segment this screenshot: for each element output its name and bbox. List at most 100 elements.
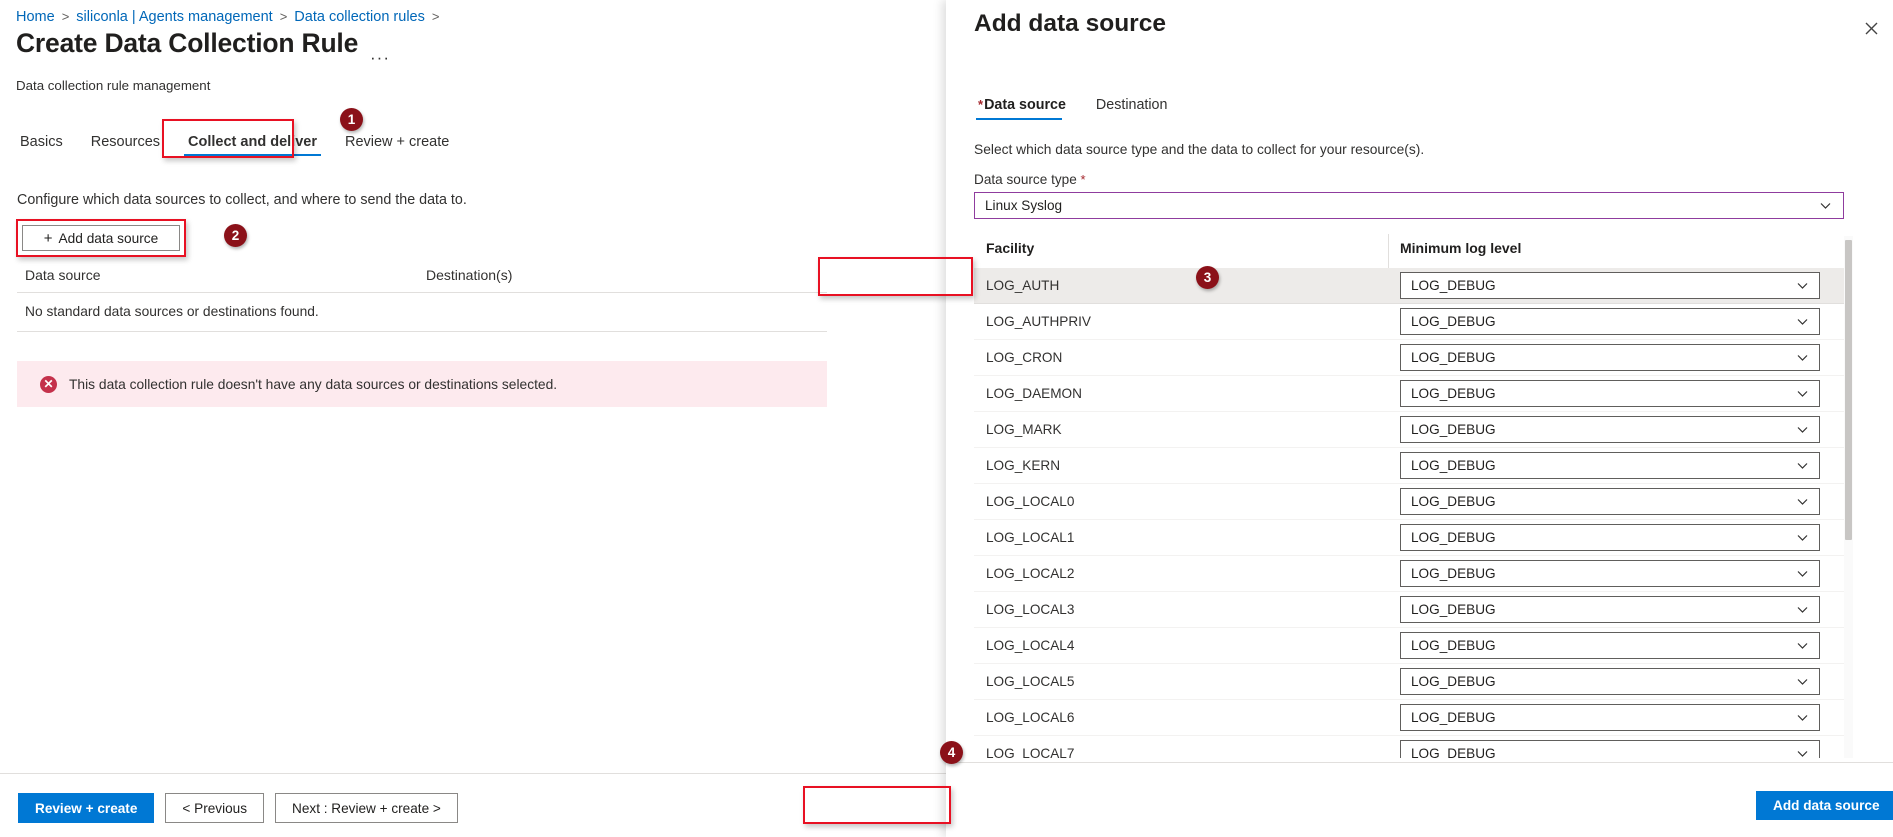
breadcrumb-item-data-collection-rules[interactable]: Data collection rules bbox=[294, 9, 425, 25]
minimum-log-level-value: LOG_DEBUG bbox=[1411, 458, 1496, 473]
minimum-log-level-select[interactable]: LOG_DEBUG bbox=[1400, 596, 1820, 623]
table-row[interactable]: LOG_LOCAL3 LOG_DEBUG bbox=[974, 592, 1844, 628]
table-row[interactable]: LOG_KERN LOG_DEBUG bbox=[974, 448, 1844, 484]
tab-data-source[interactable]: *Data source bbox=[974, 93, 1076, 122]
tab-collect-and-deliver[interactable]: Collect and deliver bbox=[174, 128, 331, 160]
minimum-log-level-select[interactable]: LOG_DEBUG bbox=[1400, 632, 1820, 659]
chevron-down-icon bbox=[1795, 350, 1810, 365]
minimum-log-level-select[interactable]: LOG_DEBUG bbox=[1400, 740, 1820, 758]
table-row[interactable]: LOG_LOCAL4 LOG_DEBUG bbox=[974, 628, 1844, 664]
table-row[interactable]: LOG_LOCAL6 LOG_DEBUG bbox=[974, 700, 1844, 736]
panel-footer-divider bbox=[946, 762, 1893, 763]
panel-add-data-source-button[interactable]: Add data source bbox=[1756, 791, 1893, 820]
minimum-log-level-select[interactable]: LOG_DEBUG bbox=[1400, 344, 1820, 371]
table-row[interactable]: LOG_AUTH LOG_DEBUG bbox=[974, 268, 1844, 304]
minimum-log-level-select[interactable]: LOG_DEBUG bbox=[1400, 560, 1820, 587]
table-row[interactable]: LOG_LOCAL0 LOG_DEBUG bbox=[974, 484, 1844, 520]
tab-resources[interactable]: Resources bbox=[77, 128, 174, 160]
chevron-down-icon bbox=[1795, 746, 1810, 758]
required-asterisk: * bbox=[1080, 172, 1086, 187]
tab-destination[interactable]: Destination bbox=[1092, 93, 1178, 122]
chevron-down-icon bbox=[1795, 386, 1810, 401]
table-row[interactable]: LOG_CRON LOG_DEBUG bbox=[974, 340, 1844, 376]
chevron-down-icon bbox=[1795, 314, 1810, 329]
facility-name: LOG_LOCAL7 bbox=[986, 746, 1075, 758]
add-data-source-button[interactable]: + Add data source bbox=[22, 225, 180, 251]
grid-empty-message: No standard data sources or destinations… bbox=[25, 304, 319, 319]
minimum-log-level-select[interactable]: LOG_DEBUG bbox=[1400, 272, 1820, 299]
data-source-type-label: Data source type * bbox=[974, 172, 1087, 187]
facility-name: LOG_KERN bbox=[986, 458, 1061, 473]
panel-tabstrip: *Data source Destination bbox=[974, 93, 1193, 122]
chevron-down-icon bbox=[1818, 198, 1833, 213]
breadcrumb-item-agents-management[interactable]: siliconla | Agents management bbox=[76, 9, 272, 25]
minimum-log-level-value: LOG_DEBUG bbox=[1411, 746, 1496, 758]
minimum-log-level-value: LOG_DEBUG bbox=[1411, 314, 1496, 329]
annotation-marker-4: 4 bbox=[940, 741, 963, 764]
validation-error-banner: ✕ This data collection rule doesn't have… bbox=[17, 361, 827, 407]
table-row[interactable]: LOG_LOCAL1 LOG_DEBUG bbox=[974, 520, 1844, 556]
facility-name: LOG_LOCAL5 bbox=[986, 674, 1075, 689]
minimum-log-level-select[interactable]: LOG_DEBUG bbox=[1400, 668, 1820, 695]
minimum-log-level-select[interactable]: LOG_DEBUG bbox=[1400, 488, 1820, 515]
facility-scrollbar-thumb[interactable] bbox=[1845, 240, 1852, 540]
data-source-type-label-text: Data source type bbox=[974, 172, 1077, 187]
close-icon[interactable] bbox=[1859, 16, 1883, 40]
facility-name: LOG_MARK bbox=[986, 422, 1062, 437]
table-row[interactable]: LOG_LOCAL2 LOG_DEBUG bbox=[974, 556, 1844, 592]
minimum-log-level-value: LOG_DEBUG bbox=[1411, 566, 1496, 581]
data-source-grid-header: Data source Destination(s) bbox=[17, 267, 827, 292]
grid-divider-bottom bbox=[17, 331, 827, 332]
minimum-log-level-select[interactable]: LOG_DEBUG bbox=[1400, 380, 1820, 407]
facility-name: LOG_CRON bbox=[986, 350, 1063, 365]
chevron-down-icon bbox=[1795, 530, 1810, 545]
minimum-log-level-select[interactable]: LOG_DEBUG bbox=[1400, 452, 1820, 479]
table-row[interactable]: LOG_LOCAL7 LOG_DEBUG bbox=[974, 736, 1844, 758]
panel-description: Select which data source type and the da… bbox=[974, 142, 1425, 157]
facility-name: LOG_LOCAL0 bbox=[986, 494, 1075, 509]
breadcrumb-item-home[interactable]: Home bbox=[16, 9, 55, 25]
minimum-log-level-select[interactable]: LOG_DEBUG bbox=[1400, 308, 1820, 335]
more-options-icon[interactable]: ··· bbox=[370, 48, 390, 68]
footer-divider bbox=[0, 773, 946, 774]
chevron-down-icon bbox=[1795, 674, 1810, 689]
table-row[interactable]: LOG_LOCAL5 LOG_DEBUG bbox=[974, 664, 1844, 700]
minimum-log-level-value: LOG_DEBUG bbox=[1411, 278, 1496, 293]
error-banner-message: This data collection rule doesn't have a… bbox=[69, 376, 558, 392]
required-asterisk: * bbox=[978, 97, 984, 112]
previous-button[interactable]: < Previous bbox=[165, 793, 265, 823]
minimum-log-level-value: LOG_DEBUG bbox=[1411, 350, 1496, 365]
facility-name: LOG_LOCAL4 bbox=[986, 638, 1075, 653]
chevron-down-icon bbox=[1795, 602, 1810, 617]
table-row[interactable]: LOG_DAEMON LOG_DEBUG bbox=[974, 376, 1844, 412]
annotation-marker-3: 3 bbox=[1196, 266, 1219, 289]
table-row[interactable]: LOG_AUTHPRIV LOG_DEBUG bbox=[974, 304, 1844, 340]
breadcrumb-separator: > bbox=[279, 9, 288, 24]
chevron-down-icon bbox=[1795, 278, 1810, 293]
add-data-source-panel: Add data source *Data source Destination… bbox=[946, 0, 1893, 837]
breadcrumb-separator: > bbox=[431, 9, 440, 24]
minimum-log-level-value: LOG_DEBUG bbox=[1411, 530, 1496, 545]
column-header-destinations: Destination(s) bbox=[426, 267, 513, 283]
facility-name: LOG_DAEMON bbox=[986, 386, 1082, 401]
table-row[interactable]: LOG_MARK LOG_DEBUG bbox=[974, 412, 1844, 448]
chevron-down-icon bbox=[1795, 422, 1810, 437]
tab-basics[interactable]: Basics bbox=[16, 128, 77, 160]
section-description: Configure which data sources to collect,… bbox=[17, 192, 467, 208]
next-review-create-button[interactable]: Next : Review + create > bbox=[275, 793, 458, 823]
wizard-footer: Review + create < Previous Next : Review… bbox=[18, 793, 458, 823]
minimum-log-level-value: LOG_DEBUG bbox=[1411, 422, 1496, 437]
tab-review-create[interactable]: Review + create bbox=[331, 128, 463, 160]
error-circle-icon: ✕ bbox=[40, 375, 57, 393]
minimum-log-level-select[interactable]: LOG_DEBUG bbox=[1400, 524, 1820, 551]
review-create-button[interactable]: Review + create bbox=[18, 793, 155, 823]
data-source-type-select[interactable]: Linux Syslog bbox=[974, 192, 1844, 219]
tab-data-source-label: Data source bbox=[984, 97, 1066, 113]
annotation-marker-1: 1 bbox=[340, 108, 363, 131]
facility-name: LOG_AUTHPRIV bbox=[986, 314, 1091, 329]
minimum-log-level-select[interactable]: LOG_DEBUG bbox=[1400, 704, 1820, 731]
minimum-log-level-select[interactable]: LOG_DEBUG bbox=[1400, 416, 1820, 443]
column-header-facility: Facility bbox=[986, 240, 1035, 256]
header-column-divider bbox=[1388, 234, 1389, 268]
create-dcr-pane: Home > siliconla | Agents management > Data … bbox=[0, 0, 946, 837]
